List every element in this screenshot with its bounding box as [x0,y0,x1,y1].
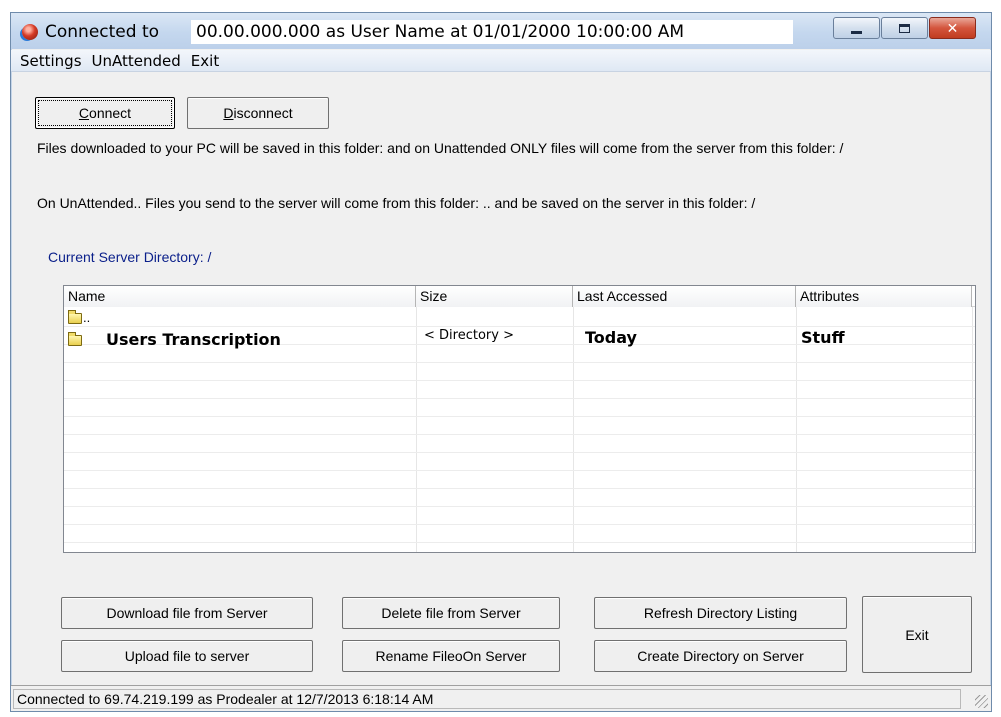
file-name: .. [83,310,91,325]
ftp-client-window: Connected to 00.00.000.000 as User Name … [10,12,992,712]
grid-line [64,524,975,525]
upload-file-button[interactable]: Upload file to server [61,640,313,672]
minimize-button[interactable] [833,17,880,39]
window-controls: ✕ [833,17,977,39]
maximize-icon [899,23,910,33]
column-header-attributes[interactable]: Attributes [796,286,972,307]
menu-exit[interactable]: Exit [186,52,224,70]
delete-file-button[interactable]: Delete file from Server [342,597,560,629]
grid-line [64,434,975,435]
refresh-listing-button[interactable]: Refresh Directory Listing [594,597,847,629]
file-row-users-transcription[interactable]: Users Transcription < Directory > Today … [64,327,975,349]
file-attributes: Stuff [801,328,845,347]
menu-unattended[interactable]: UnAttended [87,52,186,70]
title-bar[interactable]: Connected to 00.00.000.000 as User Name … [11,13,991,49]
disconnect-button[interactable]: Disconnect [187,97,329,129]
grid-line [64,488,975,489]
file-row-parent[interactable]: .. [64,308,975,326]
status-bar: Connected to 69.74.219.199 as Prodealer … [11,685,991,711]
file-list-header: Name Size Last Accessed Attributes [64,286,975,307]
create-directory-button[interactable]: Create Directory on Server [594,640,847,672]
close-icon: ✕ [946,19,959,36]
upload-folder-info: On UnAttended.. Files you send to the se… [37,195,756,211]
current-server-directory: Current Server Directory: / [48,249,212,265]
file-last-accessed: Today [585,328,637,347]
rename-file-button[interactable]: Rename FileoOn Server [342,640,560,672]
status-text: Connected to 69.74.219.199 as Prodealer … [13,689,961,709]
grid-line [64,470,975,471]
folder-icon [68,310,82,324]
grid-line [64,416,975,417]
column-header-name[interactable]: Name [64,286,416,307]
column-header-size[interactable]: Size [416,286,573,307]
menu-settings[interactable]: Settings [15,52,87,70]
column-header-last-accessed[interactable]: Last Accessed [573,286,796,307]
exit-button[interactable]: Exit [862,596,972,673]
grid-line [64,452,975,453]
grid-line [64,398,975,399]
disconnect-button-label: Disconnect [223,105,293,121]
download-file-button[interactable]: Download file from Server [61,597,313,629]
app-globe-icon [22,24,38,40]
connect-button-label: Connect [78,105,132,121]
grid-line [64,380,975,381]
close-button[interactable]: ✕ [929,17,976,39]
title-prefix: Connected to [45,22,160,42]
title-connection-info: 00.00.000.000 as User Name at 01/01/2000… [191,20,793,44]
menu-bar: Settings UnAttended Exit [11,50,991,72]
grid-line [64,506,975,507]
resize-grip-icon[interactable] [975,695,988,708]
maximize-button[interactable] [881,17,928,39]
connect-button[interactable]: Connect [35,97,175,129]
grid-line [64,542,975,543]
minimize-icon [851,30,862,34]
file-size: < Directory > [424,328,514,343]
folder-icon [68,332,82,346]
download-folder-info: Files downloaded to your PC will be save… [37,140,844,156]
server-file-list[interactable]: Name Size Last Accessed Attributes .. Us… [63,285,976,553]
file-name: Users Transcription [106,330,281,349]
grid-line [64,362,975,363]
